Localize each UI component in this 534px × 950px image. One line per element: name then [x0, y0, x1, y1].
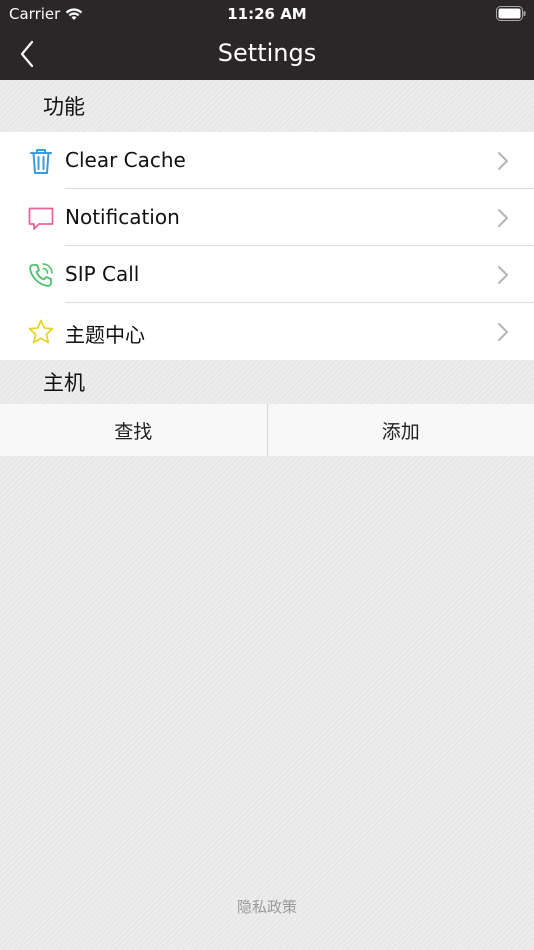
status-time: 11:26 AM: [227, 5, 307, 23]
privacy-policy-link[interactable]: 隐私政策: [0, 896, 534, 917]
host-actions: 查找 添加: [0, 404, 534, 456]
phone-icon: [29, 263, 53, 287]
list-item-sip-call[interactable]: SIP Call: [0, 246, 534, 303]
list-item-notification[interactable]: Notification: [0, 189, 534, 246]
section-title: 主机: [43, 370, 85, 395]
list-item-label: Notification: [65, 205, 180, 229]
page-title: Settings: [217, 39, 317, 67]
chevron-right-icon: [498, 209, 508, 227]
section-title: 功能: [43, 95, 85, 119]
chevron-right-icon: [498, 323, 508, 341]
chevron-right-icon: [498, 266, 508, 284]
list-item-clear-cache[interactable]: Clear Cache: [0, 132, 534, 189]
trash-icon: [30, 149, 52, 174]
add-host-button[interactable]: 添加: [268, 404, 534, 456]
list-item-label: SIP Call: [65, 262, 140, 286]
status-bar: Carrier 11:26 AM: [0, 0, 534, 28]
section-header-host: 主机: [0, 359, 534, 404]
message-icon: [28, 207, 54, 230]
features-list: Clear Cache Notification SIP Call 主题中心: [0, 132, 534, 360]
top-bar: Carrier 11:26 AM Settings: [0, 0, 534, 80]
battery-icon: [496, 6, 526, 21]
star-icon: [28, 319, 54, 344]
find-host-button[interactable]: 查找: [0, 404, 267, 456]
list-item-label: Clear Cache: [65, 148, 186, 172]
list-item-label: 主题中心: [65, 323, 145, 347]
nav-bar: Settings: [0, 28, 534, 80]
section-header-features: 功能: [0, 80, 534, 132]
chevron-right-icon: [498, 152, 508, 170]
list-item-theme-center[interactable]: 主题中心: [0, 303, 534, 360]
